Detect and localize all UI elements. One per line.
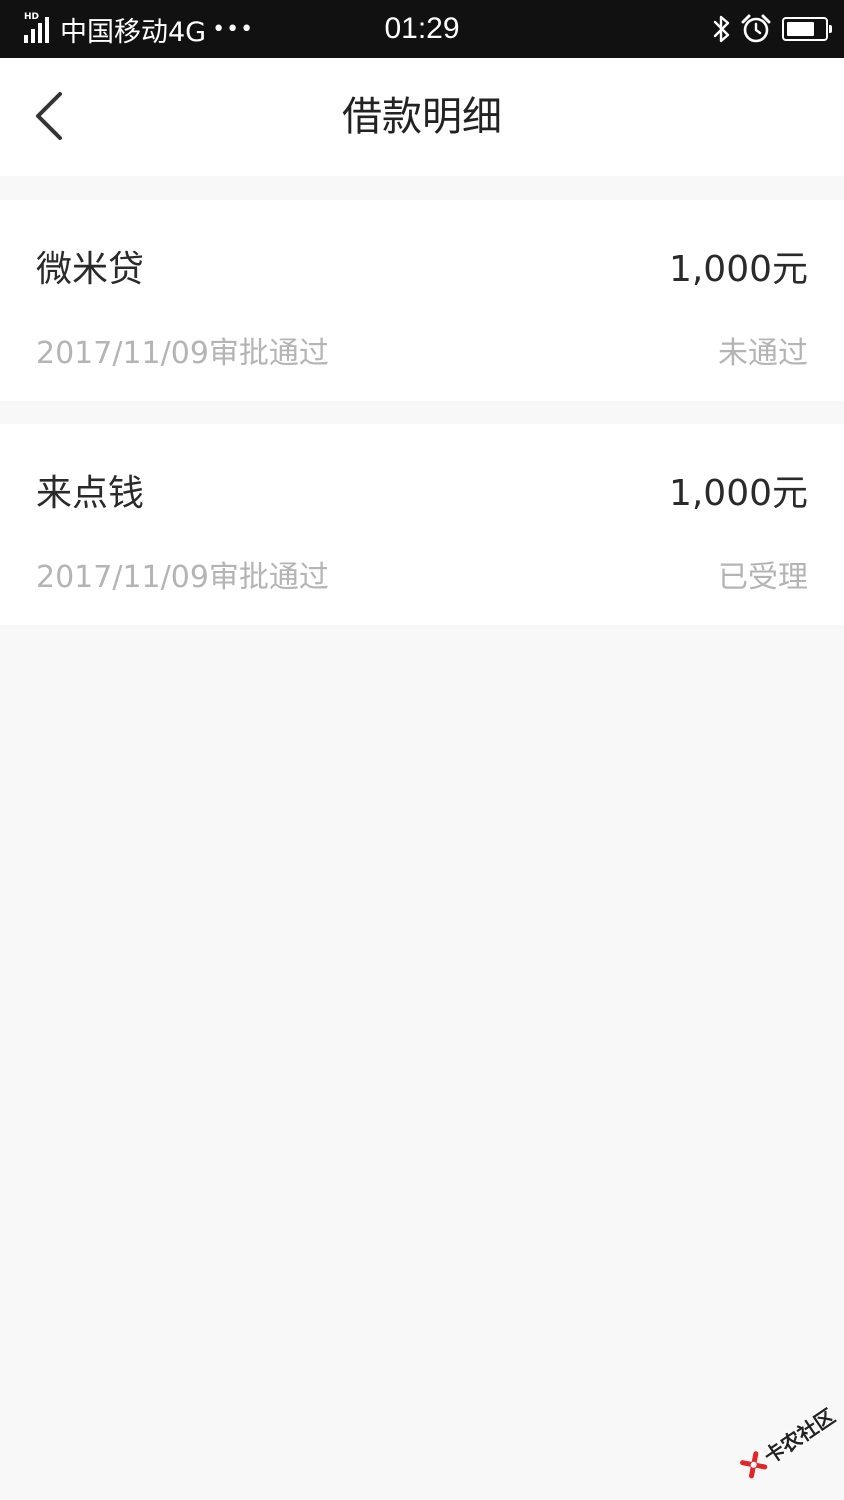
status-bar: HD 中国移动4G ••• 01:29 <box>0 0 844 58</box>
bluetooth-icon <box>713 15 730 43</box>
loan-status: 未通过 <box>718 336 808 371</box>
loan-date: 2017/11/09审批通过 <box>36 336 329 371</box>
nav-bar: 借款明细 <box>0 58 844 176</box>
loan-card[interactable]: 来点钱 1,000元 2017/11/09审批通过 已受理 <box>0 424 844 625</box>
watermark: 卡农社区 <box>725 1386 844 1500</box>
loan-card[interactable]: 微米贷 1,000元 2017/11/09审批通过 未通过 <box>0 200 844 401</box>
loan-status: 已受理 <box>718 560 808 595</box>
loan-name: 微米贷 <box>36 249 145 290</box>
loan-name: 来点钱 <box>36 473 145 514</box>
loan-date: 2017/11/09审批通过 <box>36 560 329 595</box>
loan-amount: 1,000元 <box>668 249 808 290</box>
watermark-text: 卡农社区 <box>758 1403 840 1470</box>
status-right <box>712 0 832 58</box>
page-title: 借款明细 <box>342 94 502 140</box>
battery-icon <box>782 17 832 41</box>
alarm-icon <box>741 14 771 43</box>
loan-amount: 1,000元 <box>668 473 808 514</box>
